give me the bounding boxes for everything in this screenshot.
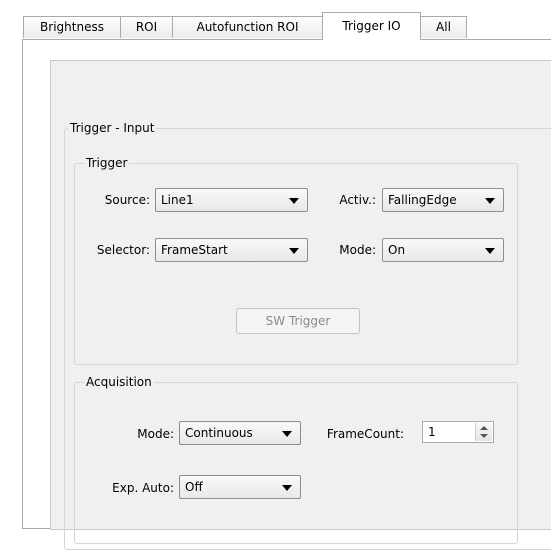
- tab-trigger-io[interactable]: Trigger IO: [322, 12, 421, 40]
- mode-dropdown[interactable]: On: [382, 238, 504, 262]
- tab-brightness[interactable]: Brightness: [23, 16, 121, 38]
- tab-all[interactable]: All: [420, 16, 467, 38]
- chevron-down-icon: [282, 485, 292, 491]
- spin-up-icon[interactable]: [480, 426, 488, 430]
- spin-down-icon[interactable]: [480, 434, 488, 438]
- acq-mode-value: Continuous: [185, 426, 253, 440]
- tab-roi[interactable]: ROI: [120, 16, 173, 38]
- selector-label: Selector:: [96, 243, 150, 257]
- chevron-down-icon: [485, 248, 495, 254]
- activation-value: FallingEdge: [388, 193, 457, 207]
- chevron-down-icon: [485, 198, 495, 204]
- framecount-value: 1: [428, 425, 436, 439]
- tab-autofunction-roi[interactable]: Autofunction ROI: [172, 16, 323, 38]
- activation-dropdown[interactable]: FallingEdge: [382, 188, 504, 212]
- tab-strip: Brightness ROI Autofunction ROI Trigger …: [0, 0, 551, 42]
- chevron-down-icon: [282, 431, 292, 437]
- trigger-input-title: Trigger - Input: [68, 120, 157, 136]
- acq-mode-dropdown[interactable]: Continuous: [179, 421, 301, 445]
- framecount-label: FrameCount:: [326, 427, 404, 441]
- mode-label: Mode:: [339, 243, 376, 257]
- sw-trigger-button[interactable]: SW Trigger: [236, 308, 360, 334]
- exp-auto-value: Off: [185, 480, 203, 494]
- mode-value: On: [388, 243, 406, 257]
- framecount-spinner[interactable]: 1: [422, 421, 494, 443]
- source-dropdown[interactable]: Line1: [155, 188, 308, 212]
- selector-value: FrameStart: [161, 243, 228, 257]
- source-label: Source:: [104, 193, 150, 207]
- spinner-buttons[interactable]: [475, 423, 492, 441]
- chevron-down-icon: [289, 248, 299, 254]
- acq-mode-label: Mode:: [137, 427, 174, 441]
- exp-auto-label: Exp. Auto:: [112, 481, 174, 495]
- selector-dropdown[interactable]: FrameStart: [155, 238, 308, 262]
- activation-label: Activ.:: [339, 193, 376, 207]
- acquisition-title: Acquisition: [84, 374, 154, 390]
- source-value: Line1: [161, 193, 194, 207]
- trigger-title: Trigger: [84, 155, 130, 171]
- chevron-down-icon: [289, 198, 299, 204]
- exp-auto-dropdown[interactable]: Off: [179, 475, 301, 499]
